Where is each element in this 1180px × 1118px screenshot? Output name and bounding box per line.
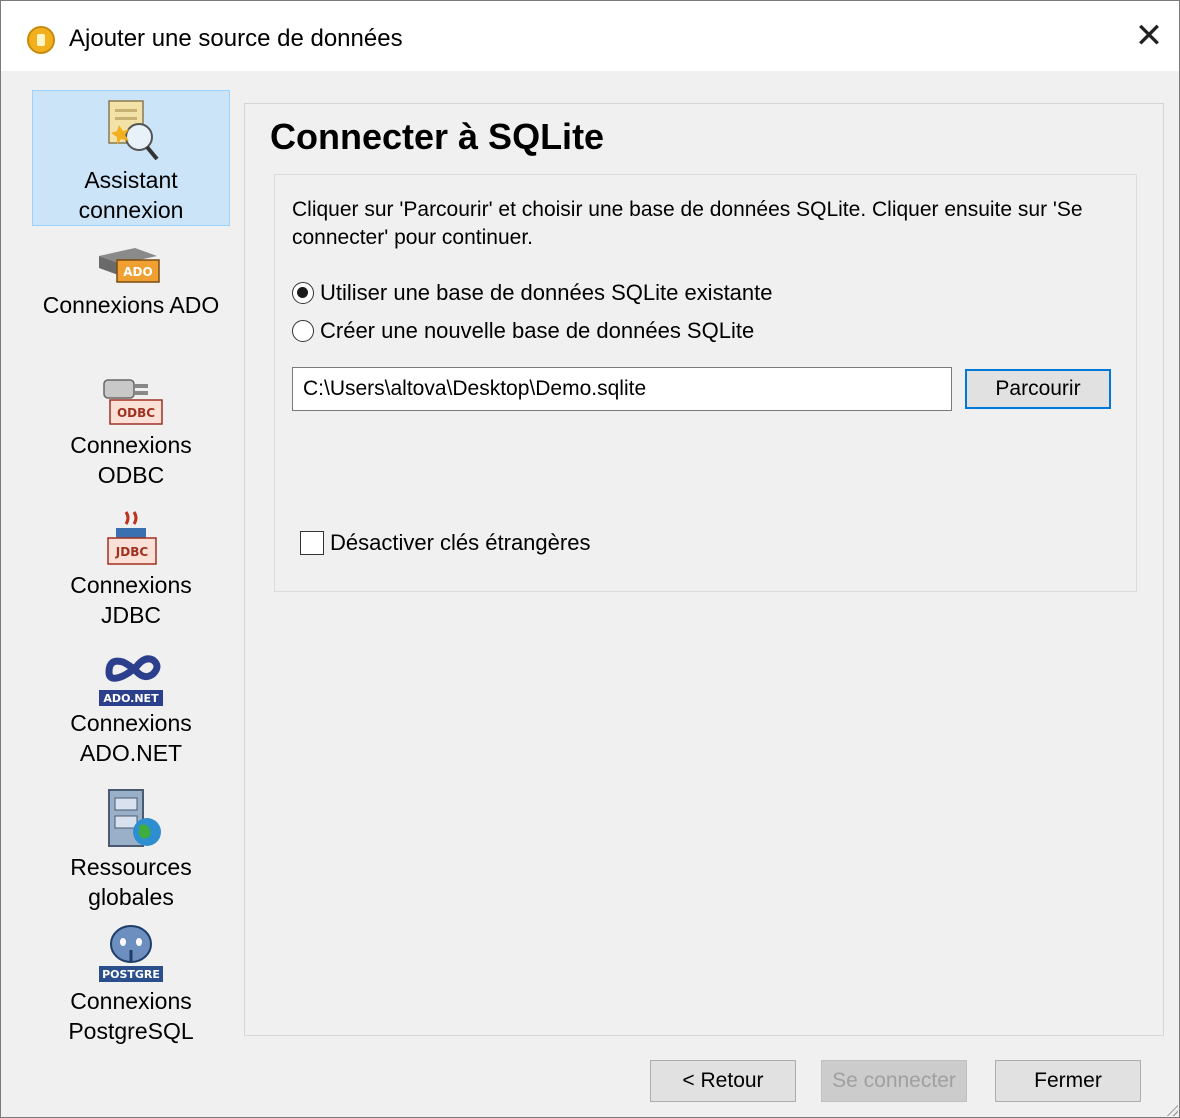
sidebar-item-label: Connexions xyxy=(70,988,192,1014)
postgresql-badge-text: POSTGRE xyxy=(102,968,160,981)
adonet-icon: ADO.NET xyxy=(99,655,163,706)
sidebar-item-jdbc[interactable]: JDBC Connexions JDBC xyxy=(32,508,230,638)
radio-button[interactable] xyxy=(292,320,314,342)
global-resources-icon xyxy=(108,789,161,847)
jdbc-badge-text: JDBC xyxy=(115,545,149,559)
radio-label: Créer une nouvelle base de données SQLit… xyxy=(320,318,755,343)
resize-grip[interactable] xyxy=(1164,1102,1178,1116)
sidebar-item-adonet[interactable]: ADO.NET Connexions ADO.NET xyxy=(32,650,230,778)
sidebar-item-label: JDBC xyxy=(100,602,162,628)
postgresql-icon: POSTGRE xyxy=(99,925,163,982)
connection-wizard-icon xyxy=(108,100,159,161)
sidebar-item-odbc[interactable]: ODBC Connexions ODBC xyxy=(32,372,230,497)
sidebar-item-connection-wizard[interactable]: Assistant connexion xyxy=(32,90,230,226)
sidebar-item-label: ODBC xyxy=(97,462,165,488)
jdbc-icon: JDBC xyxy=(107,511,157,565)
sidebar-item-label: Ressources xyxy=(70,854,192,880)
sidebar-item-label: Assistant xyxy=(84,167,178,193)
sidebar-item-label: Connexions xyxy=(70,432,192,458)
checkbox[interactable] xyxy=(300,531,324,555)
title-bar: Ajouter une source de données ✕ xyxy=(1,1,1179,71)
app-logo-icon xyxy=(27,26,55,54)
checkbox-label: Désactiver clés étrangères xyxy=(330,530,591,555)
sidebar-item-label: ADO.NET xyxy=(79,740,183,766)
sidebar-item-global-resources[interactable]: Ressources globales xyxy=(32,786,230,916)
close-dialog-button[interactable]: Fermer xyxy=(995,1060,1141,1102)
radio-button-checked[interactable] xyxy=(292,282,314,304)
close-button[interactable]: ✕ xyxy=(1119,1,1179,71)
instructions-text: Cliquer sur 'Parcourir' et choisir une b… xyxy=(292,198,1083,249)
sidebar-item-label: PostgreSQL xyxy=(68,1018,194,1044)
sidebar-item-label: Connexions ADO xyxy=(42,292,220,318)
sidebar-item-label: Connexions xyxy=(70,710,192,736)
sidebar-item-label: Connexions xyxy=(70,572,192,598)
sidebar-item-label: globales xyxy=(88,884,174,910)
database-path-input[interactable] xyxy=(292,367,952,411)
adonet-badge-text: ADO.NET xyxy=(103,692,159,705)
ado-icon: ADO xyxy=(99,248,160,283)
sidebar-item-ado[interactable]: ADO Connexions ADO xyxy=(32,242,230,342)
odbc-icon: ODBC xyxy=(103,379,163,425)
radio-use-existing-db[interactable]: Utiliser une base de données SQLite exis… xyxy=(292,280,773,306)
window-title: Ajouter une source de données xyxy=(69,25,403,52)
connection-type-sidebar: Assistant connexion ADO Connexions ADO O… xyxy=(32,90,232,1050)
radio-label: Utiliser une base de données SQLite exis… xyxy=(320,280,773,305)
connect-button[interactable]: Se connecter xyxy=(821,1060,967,1102)
back-button[interactable]: < Retour xyxy=(650,1060,796,1102)
radio-create-new-db[interactable]: Créer une nouvelle base de données SQLit… xyxy=(292,318,754,344)
odbc-badge-text: ODBC xyxy=(117,406,155,420)
browse-button[interactable]: Parcourir xyxy=(965,369,1111,409)
page-title: Connecter à SQLite xyxy=(270,116,605,157)
sidebar-item-label: connexion xyxy=(78,197,184,223)
sidebar-item-postgresql[interactable]: POSTGRE Connexions PostgreSQL xyxy=(32,922,230,1052)
disable-foreign-keys-option[interactable]: Désactiver clés étrangères xyxy=(300,530,590,556)
ado-badge-text: ADO xyxy=(123,265,152,279)
